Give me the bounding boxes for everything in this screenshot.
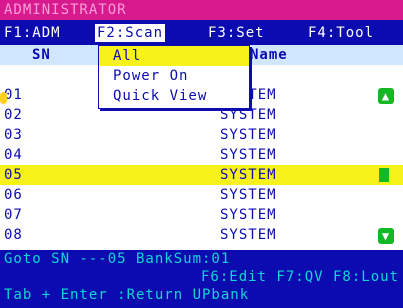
row-name: SYSTEM — [220, 147, 277, 163]
dropdown-item-label: All — [113, 48, 142, 64]
dropdown-item-label: Quick View — [113, 88, 208, 104]
menu-bar: F1:ADM F2:Scan F3:Set F4:Tool — [0, 22, 403, 44]
column-header-name: Name — [250, 47, 288, 63]
menu-f1-adm[interactable]: F1:ADM — [4, 24, 61, 42]
menu-f3-set[interactable]: F3:Set — [208, 24, 265, 42]
table-row[interactable]: 07 SYSTEM — [0, 205, 403, 225]
row-sn: 08 — [4, 227, 23, 243]
row-sn: 05 — [4, 167, 23, 183]
column-header-sn: SN — [32, 47, 51, 63]
row-sn: 04 — [4, 147, 23, 163]
table-row-selected[interactable]: 05 SYSTEM — [0, 165, 403, 185]
selection-marker-icon — [379, 168, 389, 182]
table-row[interactable]: 06 SYSTEM — [0, 185, 403, 205]
row-name: SYSTEM — [220, 187, 277, 203]
status-area: Goto SN ---05 BankSum:01 F6:Edit F7:QV F… — [0, 251, 403, 308]
table-row[interactable]: 03 SYSTEM — [0, 125, 403, 145]
row-sn: 02 — [4, 107, 23, 123]
navigation-hint: Tab + Enter :Return UPbank — [4, 287, 250, 303]
cursor-marker-icon — [0, 92, 7, 104]
row-sn: 07 — [4, 207, 23, 223]
title-bar: ADMINISTRATOR — [0, 0, 403, 20]
scroll-down-icon[interactable]: ▼ — [378, 228, 394, 244]
dropdown-item-power-on[interactable]: Power On — [99, 66, 249, 86]
dropdown-item-quick-view[interactable]: Quick View — [99, 86, 249, 106]
dropdown-item-all[interactable]: All — [99, 46, 249, 66]
row-name: SYSTEM — [220, 207, 277, 223]
admin-screen: ADMINISTRATOR F1:ADM F2:Scan F3:Set F4:T… — [0, 0, 403, 308]
table-row[interactable]: 08 SYSTEM — [0, 225, 403, 245]
row-name: SYSTEM — [220, 167, 277, 183]
title-text: ADMINISTRATOR — [4, 2, 127, 18]
function-keys-hint: F6:Edit F7:QV F8:Lout — [200, 269, 399, 285]
scan-dropdown: All Power On Quick View — [98, 45, 250, 109]
row-sn: 06 — [4, 187, 23, 203]
dropdown-item-label: Power On — [113, 68, 189, 84]
row-name: SYSTEM — [220, 227, 277, 243]
row-sn: 03 — [4, 127, 23, 143]
goto-status: Goto SN ---05 BankSum:01 — [4, 251, 231, 267]
row-name: SYSTEM — [220, 127, 277, 143]
menu-f2-scan[interactable]: F2:Scan — [95, 24, 166, 42]
scroll-up-icon[interactable]: ▲ — [378, 88, 394, 104]
menu-f4-tool[interactable]: F4:Tool — [308, 24, 374, 42]
table-row[interactable]: 04 SYSTEM — [0, 145, 403, 165]
